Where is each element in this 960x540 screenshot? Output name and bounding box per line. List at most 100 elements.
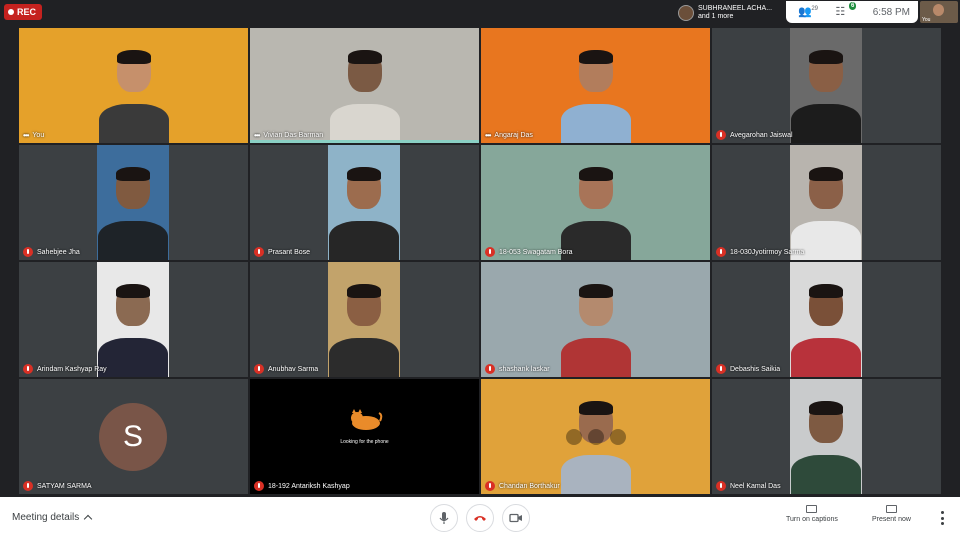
participant-tile[interactable]: 18-053 Swagatam Bora bbox=[481, 145, 710, 260]
participant-label: 18-053 Swagatam Bora bbox=[485, 247, 573, 257]
microphone-button[interactable] bbox=[430, 504, 458, 532]
participant-body bbox=[329, 338, 399, 377]
captions-icon bbox=[806, 505, 818, 513]
participant-grid: ••• You ••• Vivian Das Barman ••• Angaraj Das… bbox=[19, 28, 943, 494]
participant-name: Sahebjee Jha bbox=[37, 248, 80, 256]
participant-name: Vivian Das Barman bbox=[263, 132, 324, 139]
participant-name: Chandan Borthakur bbox=[499, 482, 560, 490]
mic-off-icon bbox=[485, 364, 495, 374]
self-view-label: You bbox=[922, 17, 931, 23]
participant-video bbox=[481, 28, 710, 143]
participant-video bbox=[250, 28, 479, 143]
participant-video bbox=[481, 145, 710, 260]
remove-icon[interactable] bbox=[610, 429, 626, 445]
participant-tile[interactable]: ••• Angaraj Das bbox=[481, 28, 710, 143]
mic-off-icon bbox=[716, 481, 726, 491]
participant-face bbox=[116, 50, 151, 92]
participant-face bbox=[116, 167, 150, 209]
participant-tile[interactable]: ••• Vivian Das Barman bbox=[250, 28, 479, 143]
participant-tile[interactable]: Sahebjee Jha bbox=[19, 145, 248, 260]
participant-label: Avegarohan Jaiswal bbox=[716, 130, 793, 140]
mic-off-icon bbox=[254, 364, 264, 374]
mute-icon[interactable] bbox=[588, 429, 604, 445]
participant-tile[interactable]: ••• You bbox=[19, 28, 248, 143]
more-options-icon[interactable] bbox=[940, 511, 944, 525]
participant-face bbox=[578, 50, 613, 92]
participant-body bbox=[560, 455, 631, 494]
participant-video bbox=[790, 145, 862, 260]
audio-level-icon: ••• bbox=[23, 131, 29, 140]
participant-name: Debashis Saikia bbox=[730, 365, 781, 373]
participant-body bbox=[98, 221, 168, 260]
participant-tile[interactable]: shashank laskar bbox=[481, 262, 710, 377]
participant-tile[interactable]: Arindam Kashyap Ray bbox=[19, 262, 248, 377]
mic-off-icon bbox=[716, 364, 726, 374]
participant-tile[interactable]: Prasant Bose bbox=[250, 145, 479, 260]
participant-name: Anubhav Sarma bbox=[268, 365, 319, 373]
participant-tile[interactable]: Neel Kamal Das bbox=[712, 379, 941, 494]
mic-off-icon bbox=[254, 481, 264, 491]
participant-label: SATYAM SARMA bbox=[23, 481, 92, 491]
camera-button[interactable] bbox=[502, 504, 530, 532]
chat-badge: 6 bbox=[849, 2, 857, 10]
participant-name: 18-030Jyotirmoy Sarma bbox=[730, 248, 805, 256]
mic-off-icon bbox=[23, 364, 33, 374]
participant-body bbox=[791, 104, 861, 143]
participant-tile[interactable]: 18-030Jyotirmoy Sarma bbox=[712, 145, 941, 260]
participant-label: ••• You bbox=[23, 131, 44, 140]
meeting-details-button[interactable]: Meeting details bbox=[12, 512, 93, 524]
participant-face bbox=[809, 167, 843, 209]
participant-tile[interactable]: Looking for the phone 18-192 Antariksh Ka… bbox=[250, 379, 479, 494]
participant-video bbox=[328, 262, 400, 377]
participant-face bbox=[347, 50, 382, 92]
top-info-panel: 👥 29 ☷ 6 6:58 PM bbox=[786, 1, 918, 23]
participant-label: Chandan Borthakur bbox=[485, 481, 560, 491]
present-label: Present now bbox=[872, 516, 911, 523]
mic-off-icon bbox=[716, 247, 726, 257]
recording-indicator: REC bbox=[4, 4, 43, 20]
captions-label: Turn on captions bbox=[786, 516, 838, 523]
mic-off-icon bbox=[23, 481, 33, 491]
participant-name: 18-192 Antariksh Kashyap bbox=[268, 482, 350, 490]
captions-button[interactable]: Turn on captions bbox=[786, 505, 838, 523]
participant-face bbox=[809, 401, 843, 443]
participant-avatar: S bbox=[99, 403, 167, 471]
participant-face bbox=[347, 167, 381, 209]
presenter-avatar bbox=[678, 5, 694, 21]
participant-body bbox=[98, 338, 168, 377]
participant-face bbox=[578, 167, 613, 209]
people-icon[interactable]: 👥 29 bbox=[798, 6, 818, 18]
presenter-indicator[interactable]: SUBHRANEEL ACHA... and 1 more bbox=[678, 2, 784, 24]
tile-hover-controls[interactable] bbox=[563, 427, 629, 447]
participant-face bbox=[347, 284, 381, 326]
participant-name: You bbox=[32, 132, 45, 139]
participant-face bbox=[116, 284, 150, 326]
participant-tile[interactable]: Debashis Saikia bbox=[712, 262, 941, 377]
mic-off-icon bbox=[716, 130, 726, 140]
present-now-button[interactable]: Present now bbox=[872, 505, 911, 523]
participant-tile[interactable]: Avegarohan Jaiswal bbox=[712, 28, 941, 143]
participant-tile[interactable]: S SATYAM SARMA bbox=[19, 379, 248, 494]
participant-label: Debashis Saikia bbox=[716, 364, 780, 374]
self-view-person bbox=[933, 4, 944, 16]
record-dot-icon bbox=[8, 9, 14, 15]
leave-call-button[interactable] bbox=[466, 504, 494, 532]
pin-icon[interactable] bbox=[566, 429, 582, 445]
chat-icon[interactable]: ☷ 6 bbox=[835, 2, 857, 18]
participant-tile[interactable]: Chandan Borthakur bbox=[481, 379, 710, 494]
hang-up-icon bbox=[474, 516, 486, 521]
participant-name: Arindam Kashyap Ray bbox=[37, 365, 107, 373]
microphone-icon bbox=[439, 512, 449, 524]
participant-face bbox=[809, 284, 843, 326]
participant-body bbox=[98, 104, 169, 143]
self-view-thumbnail[interactable]: You bbox=[920, 1, 958, 23]
participant-tile[interactable]: Anubhav Sarma bbox=[250, 262, 479, 377]
participant-body bbox=[329, 221, 399, 260]
participant-label: ••• Angaraj Das bbox=[485, 131, 533, 140]
audio-level-icon: ••• bbox=[485, 131, 491, 140]
participant-label: Prasant Bose bbox=[254, 247, 310, 257]
participant-label: Arindam Kashyap Ray bbox=[23, 364, 107, 374]
participant-video bbox=[19, 28, 248, 143]
present-icon bbox=[885, 505, 897, 513]
participant-name: shashank laskar bbox=[499, 365, 550, 373]
